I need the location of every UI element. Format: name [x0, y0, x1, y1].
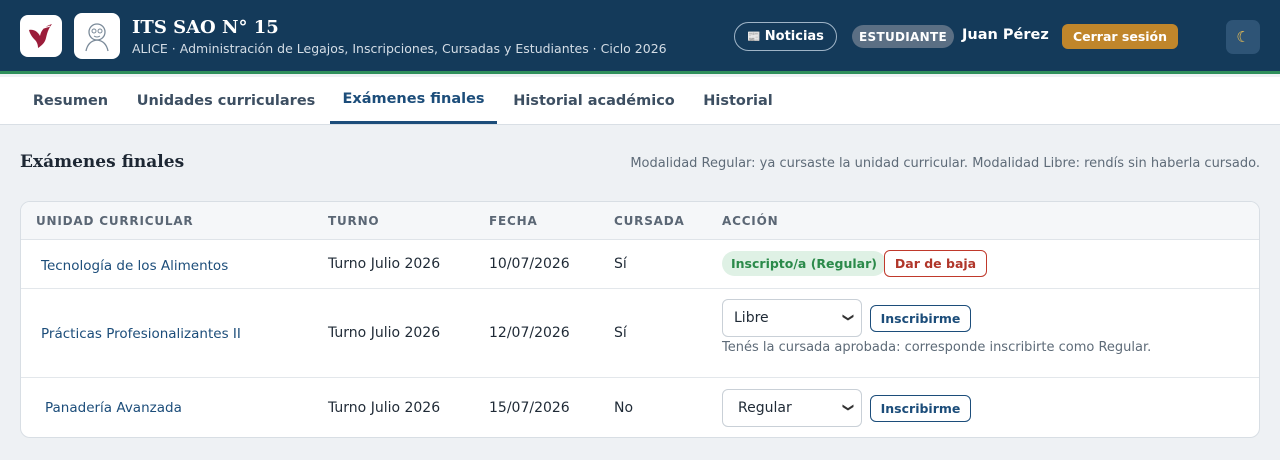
cursada-cell: Sí [614, 256, 627, 272]
unit-link[interactable]: Panadería Avanzada [45, 400, 182, 416]
tab-historial-academico[interactable]: Historial académico [502, 77, 686, 124]
column-header-fecha: FECHA [489, 214, 538, 228]
bird-icon [29, 24, 52, 48]
unit-link[interactable]: Tecnología de los Alimentos [41, 258, 228, 274]
news-label: Noticias [764, 29, 824, 44]
column-header-turno: TURNO [328, 214, 380, 228]
app-header: ITS SAO N° 15 ALICE · Administración de … [0, 0, 1280, 74]
enroll-button[interactable]: Inscribirme [870, 305, 971, 332]
table-row: Prácticas Profesionalizantes II Turno Ju… [21, 289, 1259, 378]
enroll-button[interactable]: Inscribirme [870, 395, 971, 422]
cursada-cell: No [614, 400, 634, 416]
mascot-icon [85, 23, 109, 52]
table-row: Panadería Avanzada Turno Julio 2026 15/0… [21, 378, 1259, 437]
modality-hint: Modalidad Regular: ya cursaste la unidad… [630, 156, 1260, 171]
column-header-accion: ACCIÓN [722, 214, 779, 228]
tab-resumen[interactable]: Resumen [20, 77, 121, 124]
news-button[interactable]: 📰 Noticias [734, 22, 837, 51]
fecha-cell: 12/07/2026 [489, 325, 570, 341]
fecha-cell: 15/07/2026 [489, 400, 570, 416]
chevron-down-icon: ❯ [841, 402, 855, 413]
tab-bar: Resumen Unidades curriculares Exámenes f… [0, 77, 1280, 125]
logout-button[interactable]: Cerrar sesión [1062, 24, 1178, 49]
user-name: Juan Pérez [962, 27, 1049, 43]
column-header-cursada: CURSADA [614, 214, 685, 228]
modality-select[interactable]: Libre ❯ [722, 299, 862, 337]
institution-name: ITS SAO N° 15 [132, 17, 279, 38]
column-header-unit: UNIDAD CURRICULAR [36, 214, 194, 228]
modality-select-value: Regular [738, 400, 792, 416]
institution-logo [20, 15, 62, 57]
tab-historial[interactable]: Historial [692, 77, 784, 124]
newspaper-icon: 📰 [747, 30, 761, 43]
fecha-cell: 10/07/2026 [489, 256, 570, 272]
cursada-cell: Sí [614, 325, 627, 341]
app-subtitle: ALICE · Administración de Legajos, Inscr… [132, 41, 667, 56]
turno-cell: Turno Julio 2026 [328, 256, 441, 272]
chevron-down-icon: ❯ [841, 312, 855, 323]
enrollment-note: Tenés la cursada aprobada: corresponde i… [722, 340, 1152, 355]
exams-table: UNIDAD CURRICULAR TURNO FECHA CURSADA AC… [20, 201, 1260, 438]
moon-icon: ☾ [1236, 28, 1250, 46]
status-badge: Inscripto/a (Regular) [722, 251, 886, 276]
modality-select-value: Libre [734, 310, 769, 326]
tab-unidades-curriculares[interactable]: Unidades curriculares [126, 77, 326, 124]
turno-cell: Turno Julio 2026 [328, 400, 441, 416]
theme-toggle-button[interactable]: ☾ [1226, 20, 1260, 54]
unit-link[interactable]: Prácticas Profesionalizantes II [41, 326, 241, 342]
table-row: Tecnología de los Alimentos Turno Julio … [21, 240, 1259, 289]
table-header: UNIDAD CURRICULAR TURNO FECHA CURSADA AC… [21, 202, 1259, 240]
page-title: Exámenes finales [20, 152, 185, 172]
unenroll-button[interactable]: Dar de baja [884, 250, 987, 277]
modality-select[interactable]: Regular ❯ [722, 389, 862, 427]
turno-cell: Turno Julio 2026 [328, 325, 441, 341]
tab-examenes-finales[interactable]: Exámenes finales [330, 77, 497, 124]
role-badge: ESTUDIANTE [852, 25, 954, 48]
mascot-logo [74, 13, 120, 59]
